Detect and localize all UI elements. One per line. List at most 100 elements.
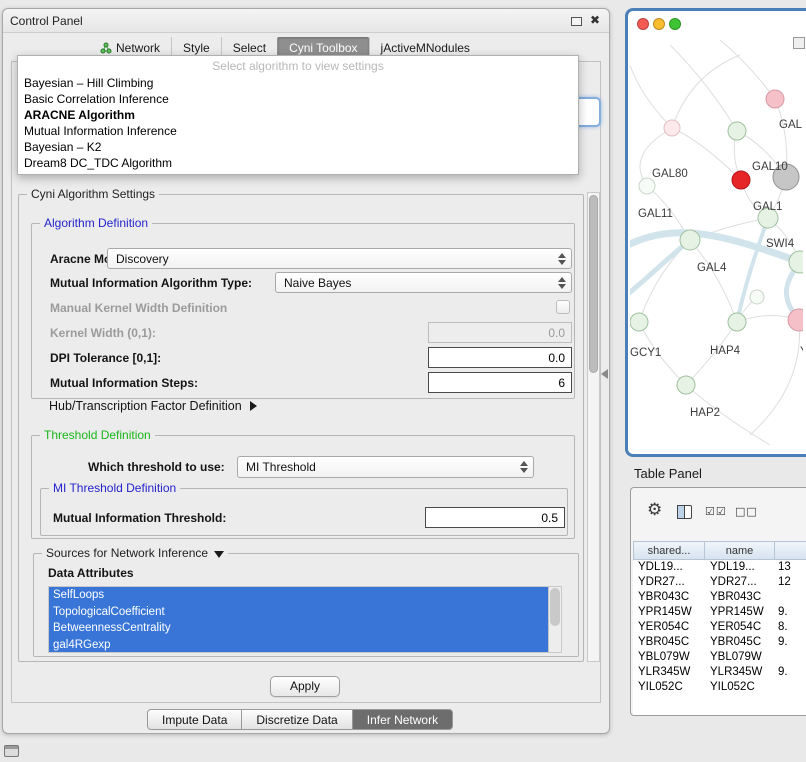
dpi-tolerance-label: DPI Tolerance [0,1]: [50, 351, 161, 365]
menu-item[interactable]: Bayesian – K2 [18, 139, 578, 155]
collapse-down-icon [214, 551, 224, 558]
close-icon[interactable]: ✖ [590, 13, 600, 27]
network-node[interactable] [788, 309, 803, 331]
mi-threshold-label: Mutual Information Threshold: [53, 511, 226, 525]
list-item[interactable]: TopologicalCoefficient [49, 604, 548, 621]
floating-panel-icon[interactable] [4, 745, 19, 757]
data-attributes-list: SelfLoops TopologicalCoefficient Between… [48, 586, 562, 653]
network-node-swi4[interactable] [789, 251, 803, 273]
network-node[interactable] [728, 122, 746, 140]
menu-item[interactable]: Bayesian – Hill Climbing [18, 75, 578, 91]
cyni-algorithm-settings-group: Cyni Algorithm Settings Algorithm Defini… [18, 194, 584, 662]
aracne-mode-value: Discovery [116, 252, 169, 266]
network-icon [100, 42, 112, 54]
table-row[interactable]: YIL052CYIL052C [633, 680, 806, 695]
table-row[interactable]: YER054CYER054C8. [633, 620, 806, 635]
settings-scrollbar[interactable] [587, 192, 600, 662]
tab-label: Select [233, 41, 266, 55]
panel-collapse-arrow[interactable] [601, 369, 608, 379]
menu-item[interactable]: Dream8 DC_TDC Algorithm [18, 155, 578, 171]
column-header-shared-name[interactable]: shared... [633, 541, 705, 560]
kernel-width-field[interactable]: 0.0 [428, 322, 572, 343]
select-all-icon[interactable]: ☑☑ [705, 505, 727, 518]
float-window-icon[interactable] [571, 17, 582, 26]
which-threshold-label: Which threshold to use: [88, 460, 225, 474]
table-row[interactable]: YPR145WYPR145W9. [633, 605, 806, 620]
table-body: YDL19...YDL19...13 YDR27...YDR27...12 YB… [633, 560, 806, 715]
network-node[interactable] [639, 178, 655, 194]
table-row[interactable]: YDL19...YDL19...13 [633, 560, 806, 575]
mi-steps-label: Mutual Information Steps: [50, 376, 198, 390]
which-threshold-value: MI Threshold [246, 460, 316, 474]
stepper-icon [558, 253, 566, 265]
minimize-traffic-light[interactable] [653, 18, 665, 30]
popup-placeholder: Select algorithm to view settings [18, 58, 578, 75]
maximize-traffic-light[interactable] [669, 18, 681, 30]
node-label: GAL10 [752, 161, 788, 173]
group-title: Cyni Algorithm Settings [27, 187, 159, 201]
desktop: Control Panel ✖ Network Style Select Cyn… [0, 0, 806, 762]
network-view-window: GAL GAL80 GAL10 GAL11 GAL1 SWI4 GAL4 GCY… [625, 8, 806, 457]
tab-label: jActiveMNodules [381, 41, 470, 55]
aracne-mode-select[interactable]: Discovery [107, 248, 572, 269]
gear-icon[interactable]: ⚙ [647, 500, 662, 520]
mi-algorithm-type-label: Mutual Information Algorithm Type: [50, 276, 252, 290]
control-panel-window: Control Panel ✖ Network Style Select Cyn… [2, 8, 610, 734]
threshold-definition-group: Threshold Definition Which threshold to … [31, 435, 575, 539]
node-label: GAL4 [697, 262, 727, 274]
network-node[interactable] [766, 90, 784, 108]
mi-steps-field[interactable]: 6 [428, 372, 572, 393]
algorithm-dropdown-popup: Select algorithm to view settings Bayesi… [17, 55, 579, 175]
table-row[interactable]: YLR345WYLR345W9. [633, 665, 806, 680]
tab-impute-data[interactable]: Impute Data [147, 709, 242, 730]
menu-item-selected[interactable]: ARACNE Algorithm [18, 107, 578, 123]
sources-expander[interactable]: Sources for Network Inference [42, 546, 228, 560]
column-header-name[interactable]: name [705, 541, 775, 560]
close-traffic-light[interactable] [637, 18, 649, 30]
table-row[interactable]: YBR045CYBR045C9. [633, 635, 806, 650]
node-label: Y [800, 346, 803, 358]
mi-threshold-definition-group: MI Threshold Definition Mutual Informati… [40, 488, 568, 536]
window-title: Control Panel [10, 14, 83, 28]
list-item[interactable]: gal4RGexp [49, 637, 548, 654]
network-node-hap2[interactable] [677, 376, 695, 394]
node-label: GAL1 [753, 201, 782, 213]
tab-discretize-data[interactable]: Discretize Data [242, 709, 352, 730]
table-row[interactable]: YBR043CYBR043C [633, 590, 806, 605]
node-label: HAP2 [690, 407, 720, 419]
network-node-gal4[interactable] [680, 230, 700, 250]
list-item[interactable]: BetweennessCentrality [49, 620, 548, 637]
network-node-red[interactable] [732, 171, 750, 189]
apply-button[interactable]: Apply [270, 676, 340, 697]
algorithm-definition-group: Algorithm Definition Aracne Mode: Discov… [31, 223, 575, 399]
column-visibility-icon[interactable] [677, 505, 692, 519]
sources-group: Sources for Network Inference Data Attri… [33, 553, 579, 657]
manual-kernel-width-checkbox[interactable] [556, 300, 570, 314]
network-node-hap4[interactable] [728, 313, 746, 331]
list-scrollbar[interactable] [548, 587, 561, 652]
network-node[interactable] [664, 120, 680, 136]
list-item[interactable]: SelfLoops [49, 587, 548, 604]
dpi-tolerance-field[interactable]: 0.0 [428, 347, 572, 368]
column-header-cut[interactable] [775, 541, 806, 560]
network-canvas[interactable]: GAL GAL80 GAL10 GAL11 GAL1 SWI4 GAL4 GCY… [630, 35, 803, 451]
group-title: Threshold Definition [40, 428, 155, 442]
table-row[interactable]: YDR27...YDR27...12 [633, 575, 806, 590]
tab-infer-network[interactable]: Infer Network [353, 709, 453, 730]
node-label: GAL80 [652, 168, 688, 180]
node-label: GAL11 [638, 208, 673, 220]
hub-tf-expander[interactable]: Hub/Transcription Factor Definition [49, 399, 257, 413]
stepper-icon [520, 461, 528, 473]
menu-item[interactable]: Basic Correlation Inference [18, 91, 578, 107]
menu-item[interactable]: Mutual Information Inference [18, 123, 578, 139]
mi-algorithm-type-select[interactable]: Naive Bayes [275, 272, 572, 293]
stepper-icon [558, 277, 566, 289]
which-threshold-select[interactable]: MI Threshold [237, 456, 534, 478]
control-panel-titlebar[interactable]: Control Panel ✖ [3, 9, 609, 33]
hub-tf-label: Hub/Transcription Factor Definition [49, 399, 242, 413]
network-node[interactable] [750, 290, 764, 304]
deselect-all-icon[interactable]: □□ [735, 505, 758, 518]
mi-threshold-field[interactable]: 0.5 [425, 507, 565, 528]
network-node-gcy1[interactable] [630, 313, 648, 331]
table-row[interactable]: YBL079WYBL079W [633, 650, 806, 665]
